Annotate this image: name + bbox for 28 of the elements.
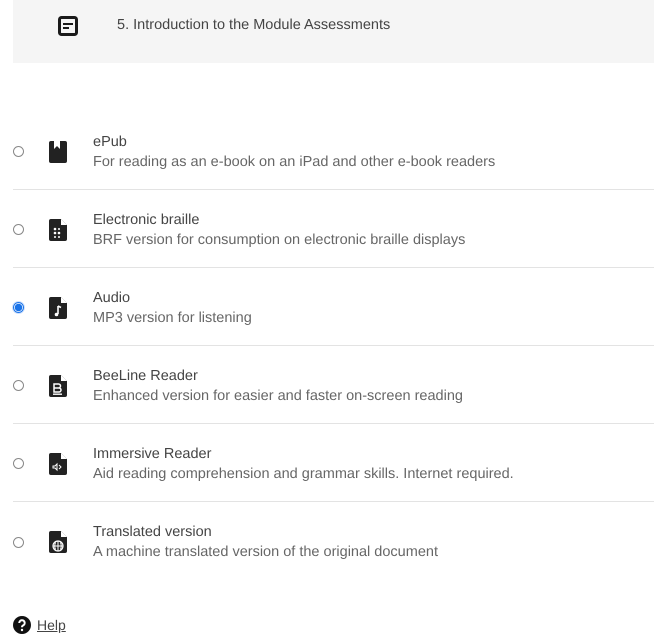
option-title: BeeLine Reader	[93, 368, 199, 384]
option-title: Electronic braille	[93, 212, 200, 228]
document-icon	[58, 16, 78, 36]
option-title: Audio	[93, 290, 132, 306]
globe-file-icon	[48, 530, 68, 554]
option-description: For reading as an e-book on an iPad and other e-book readers	[93, 154, 496, 170]
option-description: BRF version for consumption on electronic braille displays	[93, 232, 466, 248]
section-title: 5. Introduction to the Module Assessments	[117, 17, 390, 33]
option-description: Aid reading comprehension and grammar skills. Internet required.	[93, 466, 514, 482]
radio-button[interactable]	[13, 380, 24, 391]
radio-button[interactable]	[13, 458, 24, 469]
option-title: ePub	[93, 134, 128, 150]
radio-button[interactable]	[13, 146, 24, 157]
option-title: Translated version	[93, 524, 213, 540]
radio-button[interactable]	[13, 224, 24, 235]
option-description: A machine translated version of the original document	[93, 544, 438, 560]
letter-file-icon	[48, 374, 68, 398]
speaker-file-icon	[48, 452, 68, 476]
music-file-icon	[48, 296, 68, 320]
radio-button[interactable]	[13, 302, 24, 313]
bookmark-book-icon	[48, 140, 68, 164]
option-description: MP3 version for listening	[93, 310, 252, 326]
radio-button[interactable]	[13, 536, 24, 548]
option-description: Enhanced version for easier and faster on-screen reading	[93, 388, 463, 404]
help-link[interactable]: Help	[37, 617, 66, 633]
option-title: Immersive Reader	[93, 446, 212, 462]
help-icon	[13, 616, 31, 634]
braille-file-icon	[48, 218, 68, 242]
